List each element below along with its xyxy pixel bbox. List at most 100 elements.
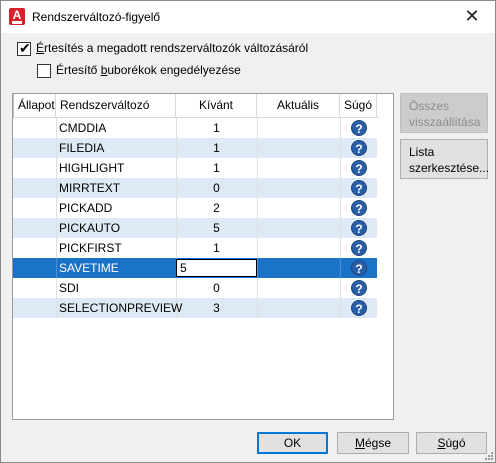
notify-checkbox-label[interactable]: Értesítés a megadott rendszerváltozók vá… [36, 41, 308, 55]
row-current-value [257, 238, 340, 258]
row-current-value [257, 158, 340, 178]
row-status-cell [13, 138, 56, 158]
help-question-icon[interactable]: ? [351, 300, 367, 316]
row-wanted-value[interactable]: 0 [176, 278, 257, 298]
help-question-icon[interactable]: ? [351, 140, 367, 156]
row-sysvar-name: HIGHLIGHT [59, 161, 125, 175]
row-help-cell: ? [340, 178, 377, 198]
window-title: Rendszerváltozó-figyelő [32, 10, 161, 24]
help-question-icon[interactable]: ? [351, 120, 367, 136]
row-current-value [257, 298, 340, 318]
header-wanted[interactable]: Kívánt [176, 94, 257, 117]
edit-list-button[interactable]: Lista szerkesztése... [400, 139, 490, 179]
dialog-window: A Rendszerváltozó-figyelő ✕ ✔ Értesítés … [0, 0, 496, 463]
row-help-cell: ? [340, 118, 377, 138]
help-button[interactable]: Súgó [416, 432, 487, 454]
cancel-button[interactable]: Mégse [337, 432, 409, 454]
balloons-checkbox-box[interactable] [37, 64, 51, 78]
notify-checkbox-box[interactable]: ✔ [17, 40, 31, 56]
table-row[interactable]: CMDDIA 1? [13, 118, 377, 138]
balloons-checkbox-label[interactable]: Értesítő buborékok engedélyezése [56, 63, 241, 77]
row-wanted-value[interactable]: 5 [176, 218, 257, 238]
title-bar: A Rendszerváltozó-figyelő ✕ [1, 1, 495, 33]
row-sysvar-name: SELECTIONPREVIEW [59, 301, 183, 315]
row-current-value [257, 138, 340, 158]
balloons-checkbox[interactable]: Értesítő buborékok engedélyezése [37, 63, 277, 79]
row-status-cell [13, 218, 56, 238]
row-status-cell [13, 118, 56, 138]
header-name[interactable]: Rendszerváltozó [56, 94, 176, 117]
row-status-cell [13, 158, 56, 178]
row-sysvar-name: FILEDIA [59, 141, 105, 155]
reset-all-label-1: Összes [409, 99, 450, 113]
header-help[interactable]: Súgó [340, 94, 377, 117]
row-wanted-value[interactable]: 1 [176, 158, 257, 178]
row-help-cell: ? [340, 298, 377, 318]
row-status-cell [13, 198, 56, 218]
ok-button[interactable]: OK [257, 432, 328, 454]
row-status-cell [13, 278, 56, 298]
row-wanted-value[interactable]: 0 [176, 178, 257, 198]
row-help-cell: ? [340, 158, 377, 178]
row-current-value [257, 278, 340, 298]
table-row[interactable]: SDI 0? [13, 278, 377, 298]
table-row[interactable]: MIRRTEXT 0? [13, 178, 377, 198]
table-header: Állapot Rendszerváltozó Kívánt Aktuális … [13, 94, 379, 118]
edit-list-label-1: Lista [409, 145, 435, 159]
row-status-cell [13, 178, 56, 198]
row-sysvar-name: PICKAUTO [59, 221, 121, 235]
row-sysvar-name: PICKFIRST [59, 241, 122, 255]
table-row[interactable]: HIGHLIGHT 1? [13, 158, 377, 178]
table-row[interactable]: SAVETIME 5? [13, 258, 377, 278]
row-status-cell [13, 238, 56, 258]
row-wanted-value[interactable]: 3 [176, 298, 257, 318]
row-sysvar-name: PICKADD [59, 201, 113, 215]
help-question-icon[interactable]: ? [351, 220, 367, 236]
row-status-cell [13, 258, 56, 278]
help-question-icon[interactable]: ? [351, 160, 367, 176]
help-question-icon[interactable]: ? [351, 200, 367, 216]
table-row[interactable]: PICKADD 2? [13, 198, 377, 218]
wanted-value-input[interactable]: 5 [176, 259, 257, 277]
row-current-value [257, 118, 340, 138]
row-current-value [257, 218, 340, 238]
sysvar-table[interactable]: Állapot Rendszerváltozó Kívánt Aktuális … [12, 93, 394, 420]
row-help-cell: ? [340, 238, 377, 258]
row-help-cell: ? [340, 258, 377, 278]
edit-list-label-2: szerkesztése... [409, 161, 490, 175]
row-sysvar-name: SAVETIME [59, 261, 119, 275]
row-help-cell: ? [340, 198, 377, 218]
table-row[interactable]: FILEDIA 1? [13, 138, 377, 158]
help-question-icon[interactable]: ? [351, 260, 367, 276]
reset-all-label-2: visszaállítása [409, 115, 481, 129]
table-row[interactable]: SELECTIONPREVIEW 3? [13, 298, 377, 318]
row-current-value [257, 198, 340, 218]
row-sysvar-name: SDI [59, 281, 80, 295]
notify-checkbox[interactable]: ✔ Értesítés a megadott rendszerváltozók … [17, 40, 317, 57]
table-row[interactable]: PICKAUTO 5? [13, 218, 377, 238]
header-status[interactable]: Állapot [13, 94, 56, 117]
help-question-icon[interactable]: ? [351, 240, 367, 256]
row-wanted-value[interactable]: 1 [176, 138, 257, 158]
help-question-icon[interactable]: ? [351, 280, 367, 296]
row-wanted-value[interactable]: 1 [176, 118, 257, 138]
row-help-cell: ? [340, 278, 377, 298]
row-wanted-value[interactable]: 1 [176, 238, 257, 258]
checkmark-icon: ✔ [19, 40, 31, 56]
vertical-scrollbar-area [379, 94, 393, 419]
close-button[interactable]: ✕ [449, 1, 495, 33]
table-row[interactable]: PICKFIRST 1? [13, 238, 377, 258]
row-current-value [257, 258, 340, 278]
row-help-cell: ? [340, 218, 377, 238]
row-wanted-value[interactable]: 2 [176, 198, 257, 218]
row-help-cell: ? [340, 138, 377, 158]
help-question-icon[interactable]: ? [351, 180, 367, 196]
row-sysvar-name: CMDDIA [59, 121, 107, 135]
autocad-app-icon: A [9, 8, 25, 25]
row-current-value [257, 178, 340, 198]
reset-all-button[interactable]: Összes visszaállítása [400, 93, 488, 133]
row-sysvar-name: MIRRTEXT [59, 181, 121, 195]
row-status-cell [13, 298, 56, 318]
resize-grip-icon[interactable] [483, 450, 493, 460]
header-current[interactable]: Aktuális [257, 94, 340, 117]
